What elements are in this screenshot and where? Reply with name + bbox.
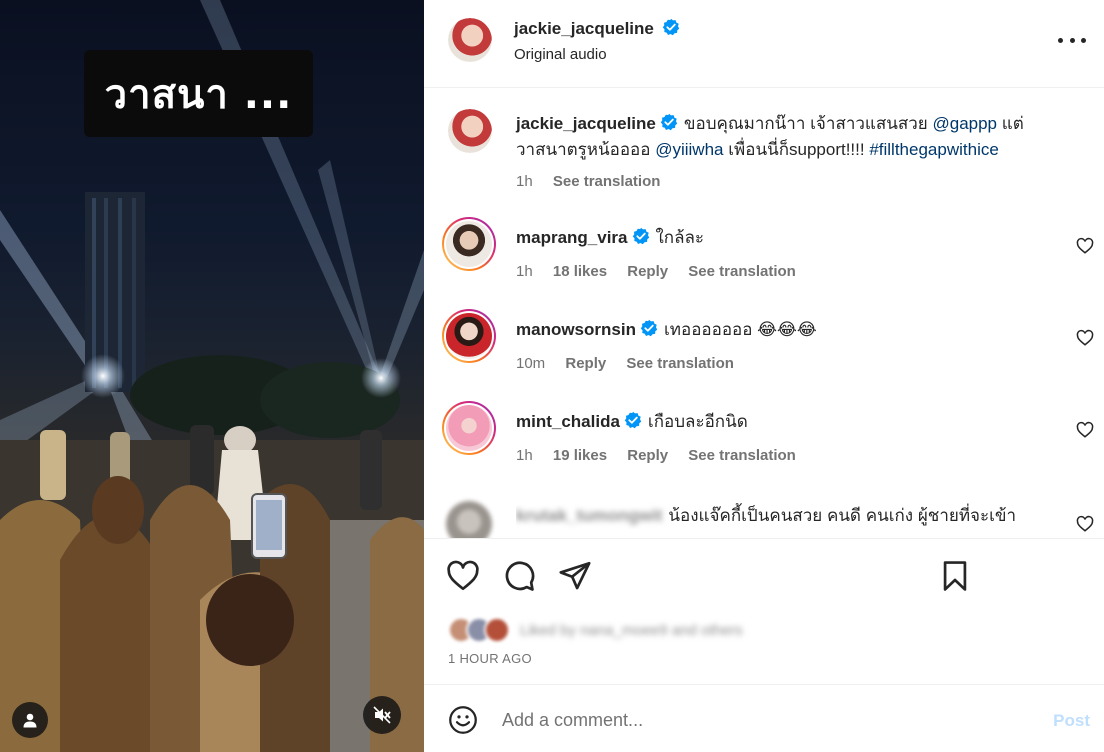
comment-text: krutak_tumongwit น้องแจ๊คกี้เป็นคนสวย คนด… [516,503,1076,529]
liked-by[interactable]: Liked by nana_moee9 and others [448,617,743,643]
user-icon [23,713,37,728]
caption-author-avatar[interactable] [448,109,492,153]
story-ring[interactable] [442,401,496,455]
liked-by-text[interactable]: Liked by nana_moee9 and others [520,622,743,639]
post-actions: Liked by nana_moee9 and others 1 HOUR AG… [424,538,1104,684]
verified-badge-icon [663,18,680,36]
mute-toggle-button[interactable] [363,696,401,734]
mention-link[interactable]: @yiiiwha [655,140,723,159]
post-media-video[interactable]: วาสนา ... [0,0,424,752]
verified-badge-icon [640,319,658,337]
hashtag-link[interactable]: #fillthegapwithice [869,140,998,159]
comment-meta: 1h 18 likes Reply See translation [516,263,812,280]
video-caption-text: วาสนา ... [104,71,293,118]
comment-input[interactable] [502,707,1022,733]
commenter-avatar [446,405,492,451]
muted-speaker-icon [373,706,391,724]
see-translation-button[interactable]: See translation [553,173,661,190]
send-icon[interactable] [558,559,592,593]
caption-time[interactable]: 1h [516,173,533,190]
author-avatar[interactable] [448,18,492,62]
caption-text-part: เพื่อนนี่ก็support!!!! [728,140,865,159]
comment-like-heart-icon[interactable] [1076,329,1094,347]
post-header: jackie_jacqueline Original audio [424,0,1104,88]
more-options-icon[interactable] [1058,30,1086,50]
verified-badge-icon [624,411,642,429]
story-ring[interactable] [442,309,496,363]
commenter-username[interactable]: manowsornsin [516,320,636,339]
tagged-users-button[interactable] [12,702,48,738]
mention-link[interactable]: @gappp [932,114,997,133]
commenter-avatar[interactable] [446,501,492,538]
caption-text-part: ขอบคุณมากน๊าา เจ้าสาวแสนสวย [683,114,928,133]
comment-icon[interactable] [502,559,536,593]
comment-body: เทอออออออ 😂😂😂 [663,320,817,339]
caption-meta: 1h See translation [516,173,676,190]
comment-likes[interactable]: 19 likes [553,447,607,464]
commenter-avatar [446,313,492,359]
comment-meta: 10m Reply See translation [516,355,750,372]
author-username[interactable]: jackie_jacqueline [514,19,654,38]
liker-avatar [484,617,510,643]
post-timestamp[interactable]: 1 HOUR AGO [448,651,532,666]
smiley-icon[interactable] [448,705,478,735]
comment-time[interactable]: 10m [516,355,545,372]
comment-time[interactable]: 1h [516,263,533,280]
verified-badge-icon [632,227,649,245]
see-translation-button[interactable]: See translation [688,447,796,464]
add-comment-bar: Post [424,684,1104,752]
comment-likes[interactable]: 18 likes [553,263,607,280]
comment-body: เกือบละอีกนิด [647,412,748,431]
video-text-overlay: วาสนา ... [84,50,313,137]
verified-badge-icon [660,113,678,131]
comment-text-overflow: ▁▁▁ ▁▁▁▁▁ ▁▁▁▁ ▁▁▁▁▁▁▁ ▁▁▁▁▁ ▁▁▁ [516,527,1076,538]
commenter-username[interactable]: maprang_vira [516,228,628,247]
comment-like-heart-icon[interactable] [1076,237,1094,255]
bookmark-icon[interactable] [938,559,972,593]
comment-body: ใกล้ละ [655,228,705,247]
comment-meta: 1h 19 likes Reply See translation [516,447,812,464]
commenter-username[interactable]: krutak_tumongwit [516,506,662,525]
comment-text: mint_chalida เกือบละอีกนิด [516,409,1076,435]
story-ring[interactable] [442,217,496,271]
commenter-avatar [446,221,492,267]
post-comment-button[interactable]: Post [1053,711,1090,731]
see-translation-button[interactable]: See translation [688,263,796,280]
reply-button[interactable]: Reply [627,263,668,280]
post-details-panel: jackie_jacqueline Original audio jackie_… [424,0,1104,752]
comment-like-heart-icon[interactable] [1076,515,1094,533]
comment-like-heart-icon[interactable] [1076,421,1094,439]
comment-text: manowsornsin เทอออออออ 😂😂😂 [516,317,1076,343]
reply-button[interactable]: Reply [565,355,606,372]
heart-icon[interactable] [446,559,480,593]
audio-label[interactable]: Original audio [514,46,607,63]
reply-button[interactable]: Reply [627,447,668,464]
commenter-username[interactable]: mint_chalida [516,412,620,431]
comments-list[interactable]: jackie_jacqueline ขอบคุณมากน๊าา เจ้าสาวแ… [424,89,1104,538]
comment-time[interactable]: 1h [516,447,533,464]
comment-body: น้องแจ๊คกี้เป็นคนสวย คนดี คนเก่ง ผู้ชายท… [668,506,1017,525]
caption-text: jackie_jacqueline ขอบคุณมากน๊าา เจ้าสาวแ… [516,111,1076,163]
see-translation-button[interactable]: See translation [626,355,734,372]
comment-text: maprang_vira ใกล้ละ [516,225,1076,251]
caption-username[interactable]: jackie_jacqueline [516,114,656,133]
